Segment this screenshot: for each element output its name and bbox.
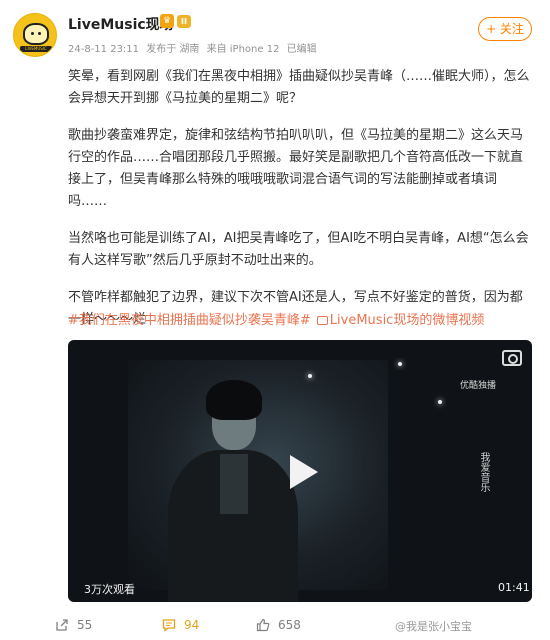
camera-icon[interactable]: [502, 350, 522, 366]
video-view-count: 3万次观看: [84, 583, 135, 596]
level-badge[interactable]: II: [177, 14, 191, 28]
thumbs-up-icon: [256, 618, 270, 632]
video-link-icon: [316, 316, 328, 325]
post-device: 来自 iPhone 12: [206, 44, 280, 55]
post-paragraph: 歌曲抄袭蛮难界定，旋律和弦结构节拍叭叭叭，但《马拉美的星期二》这么天马行空的作品…: [68, 128, 524, 209]
watermark: @我是张小宝宝: [395, 620, 472, 633]
weibo-post-card: LIVEMUSIC LiveMusic现场 ♛ II 24-8-11 23:11…: [0, 0, 550, 640]
post-date[interactable]: 24-8-11 23:11: [68, 44, 139, 55]
author-name[interactable]: LiveMusic现场: [68, 14, 174, 34]
video-duration: 01:41: [498, 581, 530, 594]
video-link[interactable]: LiveMusic现场的微博视频: [330, 313, 485, 328]
post-body: 笑晕，看到网剧《我们在黑夜中相拥》插曲疑似抄吴青峰（……催眠大师），怎么会异想天…: [68, 66, 534, 331]
video-light: [438, 400, 442, 404]
follow-button[interactable]: + 关注: [478, 17, 532, 41]
video-person-figure: [168, 380, 298, 602]
author-badges: ♛ II: [160, 14, 191, 28]
video-brand-label: 优酷独播: [460, 381, 497, 391]
video-light: [308, 374, 312, 378]
post-paragraph: 笑晕，看到网剧《我们在黑夜中相拥》插曲疑似抄吴青峰（……催眠大师），怎么会异想天…: [68, 69, 530, 106]
play-icon: [290, 455, 318, 489]
action-bar: 55 94 658 @我是张小宝宝: [0, 610, 550, 640]
video-light: [398, 362, 402, 366]
like-count: 658: [278, 618, 301, 632]
comment-icon: [162, 619, 176, 632]
post-links: #我们在黑夜中相拥插曲疑似抄袭吴青峰# LiveMusic现场的微博视频: [68, 312, 484, 330]
hashtag-link[interactable]: #我们在黑夜中相拥插曲疑似抄袭吴青峰#: [68, 313, 311, 328]
crown-icon[interactable]: ♛: [160, 14, 174, 28]
forward-icon: [56, 619, 68, 631]
comment-button[interactable]: 94: [162, 618, 199, 632]
post-edited[interactable]: 已编辑: [287, 44, 317, 55]
play-button[interactable]: [282, 452, 322, 492]
video-overlay-text: 我爱音乐: [478, 452, 489, 492]
comment-count: 94: [184, 618, 200, 632]
like-button[interactable]: 658: [256, 618, 301, 632]
avatar-face-icon: [23, 23, 49, 45]
post-meta: 24-8-11 23:11 发布于 湖南 来自 iPhone 12 已编辑: [68, 40, 321, 55]
forward-button[interactable]: 55: [55, 618, 92, 632]
avatar-tag: LIVEMUSIC: [20, 46, 52, 52]
video-player[interactable]: 优酷独播 我爱音乐 3万次观看 01:41: [68, 340, 532, 602]
post-paragraph: 当然咯也可能是训练了AI，AI把吴青峰吃了，但AI吃不明白吴青峰，AI想“怎么会…: [68, 231, 529, 268]
author-avatar[interactable]: LIVEMUSIC: [13, 13, 57, 57]
forward-count: 55: [77, 618, 93, 632]
post-location: 发布于 湖南: [146, 44, 200, 55]
